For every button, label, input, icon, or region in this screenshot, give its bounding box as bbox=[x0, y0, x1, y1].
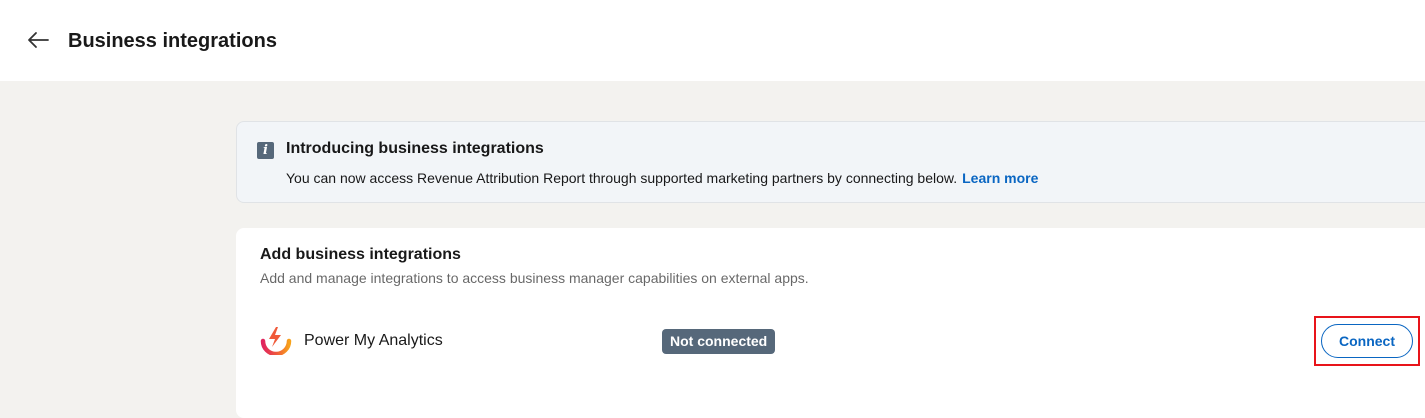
top-bar: Business integrations bbox=[0, 0, 1425, 81]
arrow-left-icon bbox=[28, 32, 49, 48]
banner-title: Introducing business integrations bbox=[286, 140, 544, 157]
banner-text: You can now access Revenue Attribution R… bbox=[286, 169, 1038, 187]
integration-name: Power My Analytics bbox=[304, 332, 443, 349]
info-icon: i bbox=[257, 142, 274, 159]
section-subtitle: Add and manage integrations to access bu… bbox=[260, 270, 809, 286]
power-my-analytics-logo bbox=[260, 327, 292, 355]
connect-button[interactable]: Connect bbox=[1321, 324, 1413, 358]
integrations-card: Add business integrations Add and manage… bbox=[236, 228, 1425, 418]
integration-row: Power My Analytics Not connected Connect bbox=[236, 320, 1425, 362]
banner-description: You can now access Revenue Attribution R… bbox=[286, 170, 958, 186]
page-title: Business integrations bbox=[68, 30, 277, 52]
back-button[interactable] bbox=[22, 26, 54, 54]
section-title: Add business integrations bbox=[260, 246, 461, 263]
learn-more-link[interactable]: Learn more bbox=[962, 170, 1038, 186]
info-banner: i Introducing business integrations You … bbox=[236, 121, 1425, 203]
status-badge: Not connected bbox=[662, 329, 776, 354]
